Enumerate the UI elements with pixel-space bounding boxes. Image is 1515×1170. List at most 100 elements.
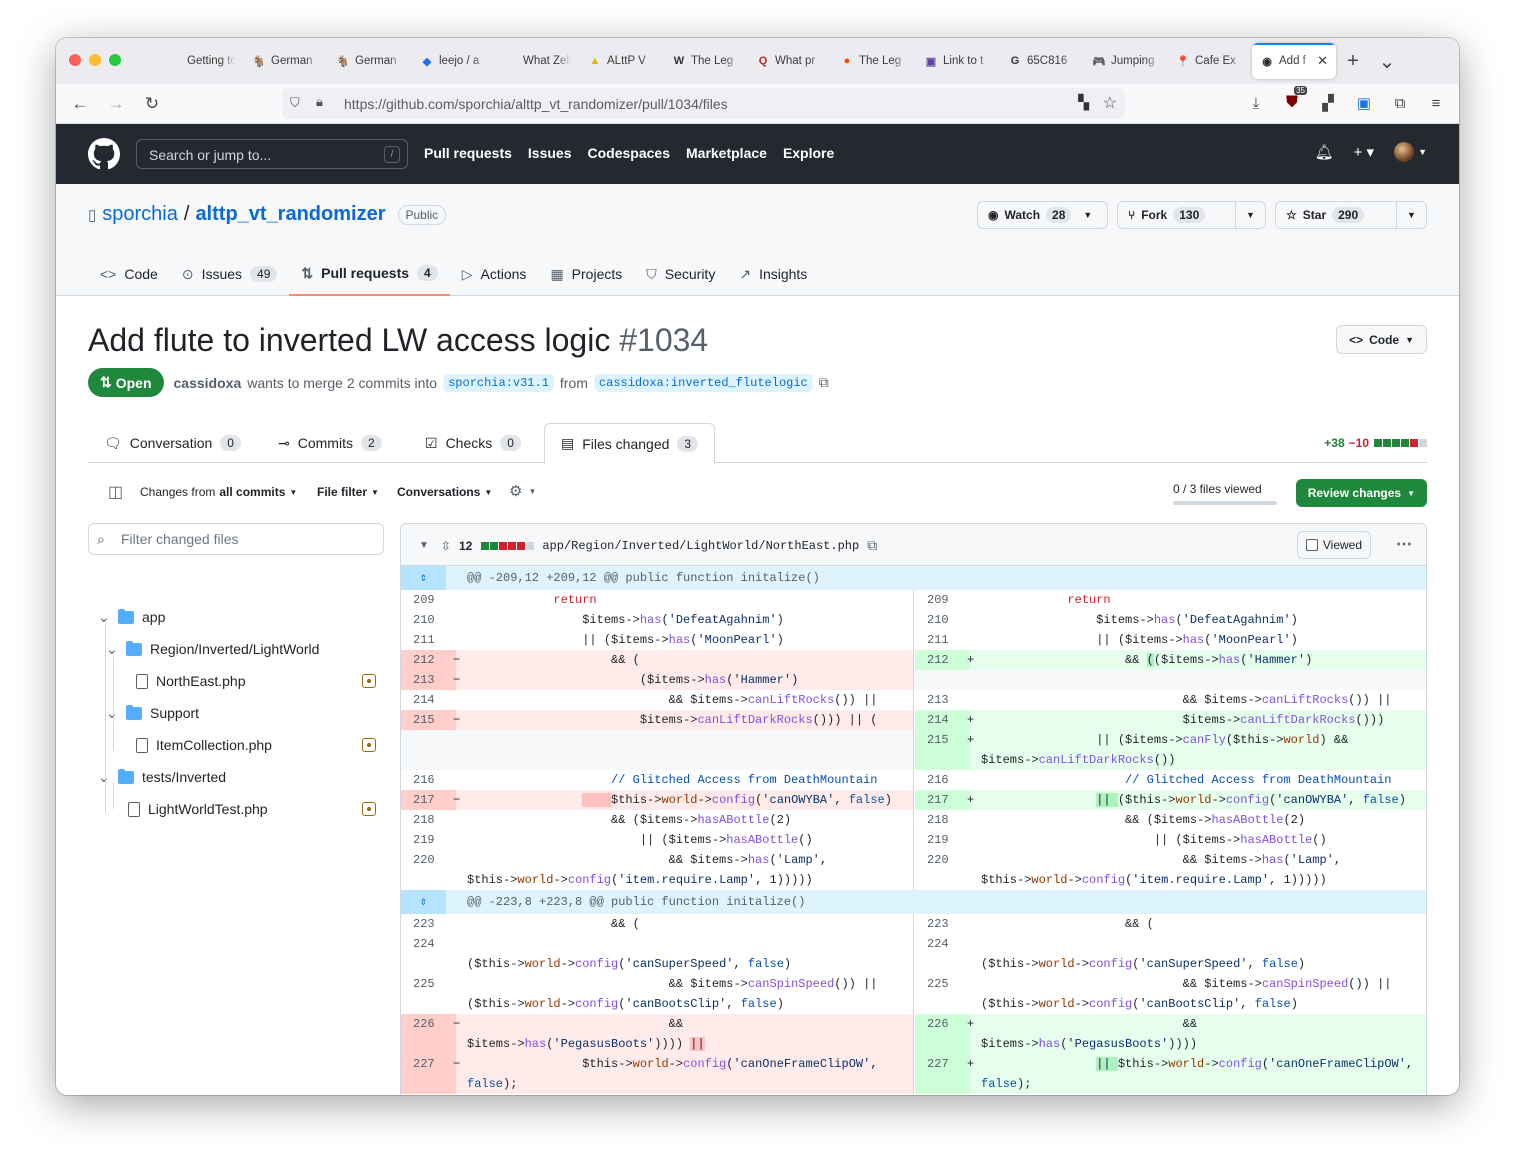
chevron-down-icon[interactable]: ▼ [419, 540, 429, 551]
chevron-down-icon[interactable]: ▼ [1235, 202, 1265, 228]
file-filter-dropdown[interactable]: File filter ▼ [317, 485, 379, 499]
new-tab-icon[interactable]: + [1336, 50, 1370, 73]
line-number[interactable]: 211 [401, 630, 456, 650]
line-number[interactable]: 227 [401, 1054, 456, 1094]
line-number[interactable]: 210 [915, 610, 970, 630]
bookmark-star-icon[interactable]: ☆ [1103, 93, 1117, 113]
line-number[interactable]: 212 [915, 650, 970, 670]
browser-tab[interactable]: ● The Leg [832, 43, 916, 79]
tree-file[interactable]: NorthEast.php [136, 669, 246, 693]
code-dropdown-button[interactable]: <> Code ▼ [1336, 325, 1427, 354]
nav-marketplace[interactable]: Marketplace [686, 145, 767, 161]
copy-icon[interactable]: ⧉ [819, 374, 829, 391]
download-icon[interactable]: ⤓ [1245, 92, 1267, 114]
menu-hamburger-icon[interactable]: ≡ [1425, 92, 1447, 114]
expand-lines-icon[interactable]: ⇕ [401, 890, 446, 914]
tree-folder[interactable]: ⌄ Support [106, 701, 199, 725]
line-number[interactable]: 217 [915, 790, 970, 810]
url-text[interactable]: https://github.com/sporchia/alttp_vt_ran… [344, 96, 728, 112]
star-button[interactable]: ☆ Star 290 ▼ [1275, 201, 1427, 229]
plus-dropdown-icon[interactable]: + ▾ [1354, 143, 1374, 161]
tab-commits[interactable]: ⊸ Commits 2 [278, 423, 382, 463]
line-number[interactable]: 209 [401, 590, 456, 610]
minimize-window-button[interactable] [89, 54, 101, 66]
browser-tab[interactable]: 🐐 German [328, 43, 412, 79]
tree-folder[interactable]: ⌄ app [98, 605, 165, 629]
line-number[interactable]: 227 [915, 1054, 970, 1094]
line-number[interactable]: 217 [401, 790, 456, 810]
line-number[interactable]: 226 [915, 1014, 970, 1054]
browser-tab[interactable]: ▲ ALttP V [580, 43, 664, 79]
line-number[interactable]: 224 [401, 934, 456, 974]
filter-files-input[interactable]: ⌕ Filter changed files [88, 523, 384, 555]
tab-conversation[interactable]: 🗨︎ Conversation 0 [104, 423, 241, 463]
browser-tab[interactable]: ▣ Link to t [916, 43, 1000, 79]
repo-tab-actions[interactable]: ▷ Actions [450, 252, 539, 296]
nav-codespaces[interactable]: Codespaces [588, 145, 670, 161]
chevron-down-icon[interactable]: ▼ [1396, 202, 1426, 228]
review-changes-button[interactable]: Review changes ▼ [1295, 479, 1427, 507]
nav-issues[interactable]: Issues [528, 145, 572, 161]
browser-tab[interactable]: G 65C816 [1000, 43, 1084, 79]
line-number[interactable]: 211 [915, 630, 970, 650]
line-number[interactable]: 209 [915, 590, 970, 610]
close-tab-icon[interactable]: ✕ [1317, 53, 1328, 69]
nav-pull-requests[interactable]: Pull requests [424, 145, 512, 161]
line-number[interactable]: 210 [401, 610, 456, 630]
repo-owner-link[interactable]: sporchia [102, 203, 178, 226]
tree-folder[interactable]: ⌄ Region/Inverted/LightWorld [106, 637, 319, 661]
user-menu[interactable]: ▼ [1394, 142, 1427, 162]
back-arrow-icon[interactable]: ← [68, 92, 92, 116]
head-branch[interactable]: cassidoxa:inverted_flutelogic [593, 373, 813, 392]
repo-tab-issues[interactable]: ⊙ Issues 49 [170, 252, 290, 296]
line-number[interactable]: 219 [915, 830, 970, 850]
author-link[interactable]: cassidoxa [174, 375, 242, 391]
tab-list-chevron-icon[interactable]: ⌄ [1370, 49, 1404, 74]
kebab-menu-icon[interactable]: ⋯ [1396, 534, 1412, 554]
browser-tab[interactable]: 🎮 Jumping [1084, 43, 1168, 79]
nav-explore[interactable]: Explore [783, 145, 834, 161]
browser-tab[interactable]: Getting to C [160, 43, 244, 79]
lock-icon[interactable]: 🔒︎ [316, 94, 323, 110]
forward-arrow-icon[interactable]: → [104, 92, 128, 116]
line-number[interactable]: 215 [915, 730, 970, 770]
line-number[interactable]: 218 [401, 810, 456, 830]
line-number[interactable]: 218 [915, 810, 970, 830]
ublock-extension-icon[interactable]: ⛊ 35 [1281, 86, 1307, 114]
bell-icon[interactable]: 🔔︎ [1315, 143, 1334, 161]
line-number[interactable]: 215 [401, 710, 456, 730]
line-number[interactable]: 216 [401, 770, 456, 790]
repo-name-link[interactable]: alttp_vt_randomizer [195, 203, 385, 226]
tree-file[interactable]: ItemCollection.php [136, 733, 272, 757]
puzzle-extensions-icon[interactable]: ⧉ [1389, 92, 1411, 114]
line-number[interactable]: 219 [401, 830, 456, 850]
changes-from-dropdown[interactable]: Changes from all commits ▼ [140, 485, 297, 499]
gear-icon[interactable]: ⚙ ▼ [509, 482, 536, 500]
tab-checks[interactable]: ☑ Checks 0 [425, 423, 521, 463]
sidebar-toggle-icon[interactable]: ◫ [108, 482, 123, 502]
expand-lines-icon[interactable]: ⇕ [401, 566, 446, 590]
repo-tab-security[interactable]: ⛉ Security [634, 252, 727, 296]
viewed-checkbox[interactable]: Viewed [1296, 531, 1371, 559]
line-number[interactable]: 223 [401, 914, 456, 934]
line-number[interactable]: 213 [915, 690, 970, 710]
browser-tab[interactable]: 🐐 German [244, 43, 328, 79]
line-number[interactable]: 214 [401, 690, 456, 710]
repo-tab-code[interactable]: <> Code [88, 252, 170, 296]
line-number[interactable]: 212 [401, 650, 456, 670]
shield-icon[interactable]: ⛉ [290, 95, 300, 111]
line-number[interactable]: 226 [401, 1014, 456, 1054]
fork-button[interactable]: ⑂ Fork 130 ▼ [1117, 201, 1266, 229]
github-logo-icon[interactable] [88, 138, 120, 170]
line-number[interactable]: 225 [915, 974, 970, 1014]
line-number[interactable]: 216 [915, 770, 970, 790]
line-number[interactable]: 220 [915, 850, 970, 890]
line-number[interactable]: 213 [401, 670, 456, 690]
base-branch[interactable]: sporchia:v31.1 [443, 373, 554, 392]
zoom-window-button[interactable] [109, 54, 121, 66]
line-number[interactable]: 224 [915, 934, 970, 974]
repo-tab-pull-requests[interactable]: ⇅ Pull requests 4 [289, 252, 450, 296]
conversations-dropdown[interactable]: Conversations ▼ [397, 485, 492, 499]
repo-tab-projects[interactable]: ▦ Projects [538, 252, 634, 296]
reader-extension-icon[interactable]: ▣ [1353, 92, 1375, 114]
